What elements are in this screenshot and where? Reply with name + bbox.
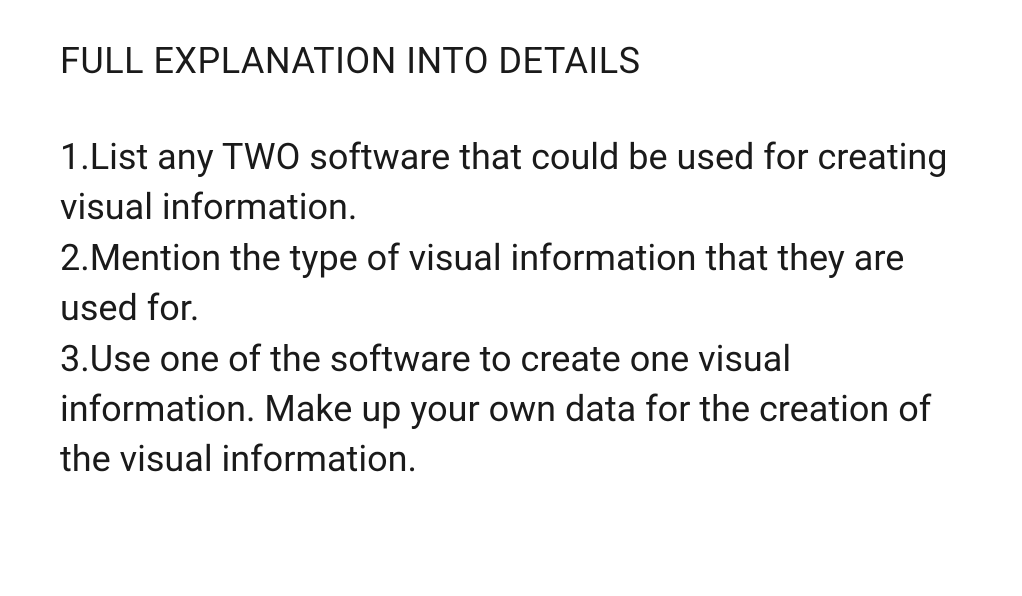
item-text: List any TWO software that could be used… xyxy=(60,136,947,228)
list-item: 3.Use one of the software to create one … xyxy=(60,334,962,485)
list-item: 1.List any TWO software that could be us… xyxy=(60,132,962,233)
page-title: FULL EXPLANATION INTO DETAILS xyxy=(60,40,962,82)
item-number: 3. xyxy=(60,338,90,380)
item-text: Mention the type of visual information t… xyxy=(60,237,904,329)
item-text: Use one of the software to create one vi… xyxy=(60,338,931,481)
item-number: 1. xyxy=(60,136,90,178)
list-item: 2.Mention the type of visual information… xyxy=(60,233,962,334)
item-number: 2. xyxy=(60,237,90,279)
